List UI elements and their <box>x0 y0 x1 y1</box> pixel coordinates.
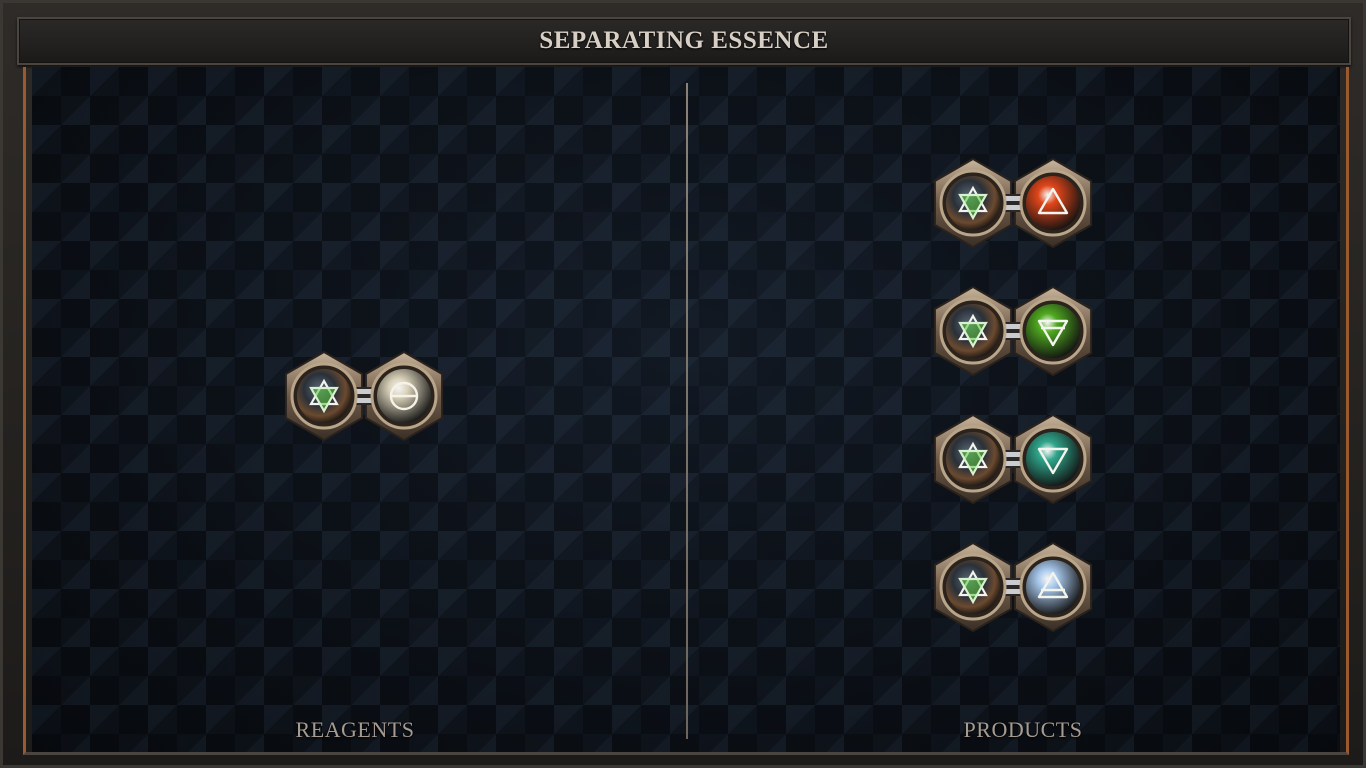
product-essence-3[interactable] <box>931 412 1095 506</box>
window-title: SEPARATING ESSENCE <box>539 27 829 54</box>
product-essence-1[interactable] <box>931 156 1095 250</box>
reagent-essence-1[interactable] <box>282 349 446 443</box>
alchemy-board: REAGENTS PRODUCTS <box>23 67 1349 755</box>
product-essence-4[interactable] <box>931 540 1095 634</box>
window-frame: SEPARATING ESSENCE REAGENTS PRODUCTS <box>0 0 1366 768</box>
title-bar: SEPARATING ESSENCE <box>17 17 1351 65</box>
panel-divider <box>686 83 688 739</box>
product-essence-2[interactable] <box>931 284 1095 378</box>
products-label: PRODUCTS <box>963 717 1083 742</box>
reagents-label: REAGENTS <box>295 717 415 742</box>
